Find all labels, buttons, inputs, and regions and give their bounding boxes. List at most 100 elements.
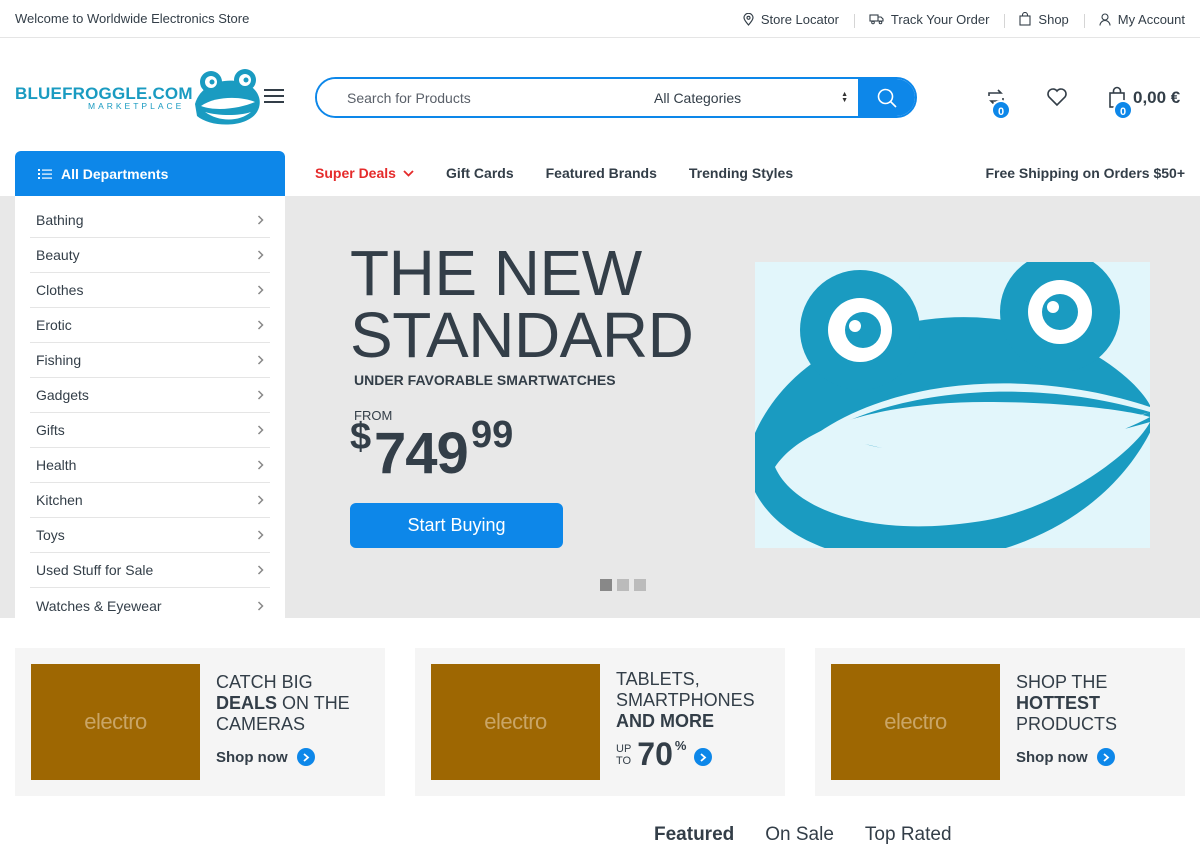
- shop-now-link[interactable]: Shop now: [216, 748, 315, 766]
- chevron-down-icon: [403, 169, 414, 177]
- promo-line: AND MORE: [616, 711, 755, 732]
- sidebar-item-category[interactable]: Gadgets: [30, 378, 270, 413]
- discount-upto: UP TO 70 %: [616, 736, 713, 772]
- sidebar-item-label: Health: [36, 457, 77, 473]
- shop-label: Shop: [1038, 11, 1069, 27]
- shop-now-link[interactable]: Shop now: [1016, 748, 1115, 766]
- sidebar-item-label: Toys: [36, 527, 65, 543]
- site-logo[interactable]: BLUEFROGGLE.COM MARKETPLACE: [15, 68, 265, 128]
- heart-icon: [1047, 88, 1067, 107]
- main-nav: Super Deals Gift Cards Featured Brands T…: [315, 165, 825, 181]
- sidebar-item-category[interactable]: Erotic: [30, 308, 270, 343]
- sidebar-item-category[interactable]: Used Stuff for Sale: [30, 553, 270, 588]
- promo-line-rest: ON THE: [277, 693, 350, 713]
- sidebar-item-label: Bathing: [36, 212, 84, 228]
- list-icon: [38, 168, 52, 179]
- product-tabs: Featured On Sale Top Rated: [654, 824, 983, 846]
- sidebar-item-category[interactable]: Health: [30, 448, 270, 483]
- tab-featured[interactable]: Featured: [654, 824, 734, 846]
- map-pin-icon: [743, 12, 754, 26]
- chevron-right-icon: [257, 320, 264, 330]
- my-account-link[interactable]: My Account: [1083, 11, 1185, 28]
- chevron-right-icon: [1096, 748, 1115, 766]
- chevron-right-icon[interactable]: [694, 748, 713, 766]
- nav-trending-styles[interactable]: Trending Styles: [689, 165, 793, 181]
- hamburger-line: [264, 95, 284, 97]
- nav-super-deals-label: Super Deals: [315, 165, 396, 181]
- user-icon: [1099, 12, 1111, 26]
- tab-top-rated[interactable]: Top Rated: [865, 824, 952, 846]
- chevron-right-icon: [257, 390, 264, 400]
- truck-icon: [869, 14, 884, 25]
- category-select-value: All Categories: [654, 89, 742, 106]
- upto-label: UP TO: [616, 743, 631, 767]
- sidebar-item-category[interactable]: Fishing: [30, 343, 270, 378]
- sidebar-item-category[interactable]: Kitchen: [30, 483, 270, 518]
- promo-image: electro: [831, 664, 1000, 780]
- chevron-right-icon: [257, 495, 264, 505]
- search-input[interactable]: [317, 79, 640, 116]
- shop-link[interactable]: Shop: [1004, 11, 1083, 28]
- nav-featured-brands-label: Featured Brands: [545, 165, 657, 181]
- cart-count-badge: 0: [1113, 100, 1133, 120]
- sidebar-item-category[interactable]: Watches & Eyewear: [30, 588, 270, 623]
- chevron-right-icon: [257, 530, 264, 540]
- percent-sign: %: [674, 738, 687, 753]
- promo-card-hottest[interactable]: electro SHOP THE HOTTEST PRODUCTS Shop n…: [815, 648, 1185, 796]
- hero-price-decimal: 99: [471, 414, 514, 456]
- wishlist-button[interactable]: [1046, 87, 1068, 107]
- slider-dot[interactable]: [617, 579, 629, 591]
- store-locator-label: Store Locator: [760, 11, 839, 27]
- menu-toggle-button[interactable]: [264, 89, 284, 107]
- chevron-right-icon: [257, 460, 264, 470]
- all-departments-label: All Departments: [61, 165, 169, 182]
- category-select[interactable]: All Categories ▲ ▼: [640, 79, 858, 116]
- slider-dot[interactable]: [600, 579, 612, 591]
- promo-line: DEALS ON THE: [216, 693, 350, 714]
- search-button[interactable]: [858, 79, 915, 116]
- promo-card-tablets[interactable]: electro TABLETS, SMARTPHONES AND MORE UP…: [415, 648, 785, 796]
- promo-image: electro: [31, 664, 200, 780]
- hero-title-line2: STANDARD: [350, 299, 694, 371]
- compare-count-badge: 0: [991, 100, 1011, 120]
- sidebar-item-label: Beauty: [36, 247, 80, 263]
- promo-card-cameras[interactable]: electro CATCH BIG DEALS ON THE CAMERAS S…: [15, 648, 385, 796]
- tab-on-sale[interactable]: On Sale: [765, 824, 834, 846]
- shopping-bag-icon: [1019, 12, 1031, 26]
- slider-dot[interactable]: [634, 579, 646, 591]
- nav-gift-cards[interactable]: Gift Cards: [446, 165, 514, 181]
- frog-logo-icon: [195, 69, 260, 125]
- promo-bold-text: HOTTEST: [1016, 693, 1100, 713]
- promo-bold-text: DEALS: [216, 693, 278, 713]
- sidebar-item-category[interactable]: Clothes: [30, 273, 270, 308]
- hero-title-line1: THE NEW: [350, 237, 642, 309]
- shop-now-label: Shop now: [1016, 748, 1088, 766]
- nav-super-deals[interactable]: Super Deals: [315, 165, 414, 181]
- chevron-right-icon: [257, 600, 264, 611]
- sidebar-item-label: Gifts: [36, 422, 65, 438]
- sidebar-item-label: Watches & Eyewear: [36, 597, 162, 614]
- hero-price-currency: $: [350, 416, 372, 458]
- track-order-link[interactable]: Track Your Order: [853, 12, 1005, 28]
- sidebar-item-category[interactable]: Toys: [30, 518, 270, 553]
- chevron-right-icon: [257, 355, 264, 365]
- nav-trending-styles-label: Trending Styles: [688, 165, 794, 181]
- welcome-message: Welcome to Worldwide Electronics Store: [15, 11, 250, 26]
- hamburger-line: [264, 101, 284, 103]
- sidebar-item-label: Used Stuff for Sale: [36, 562, 154, 578]
- promo-line: CATCH BIG: [216, 672, 313, 692]
- all-departments-button[interactable]: All Departments: [15, 151, 285, 196]
- cart-total[interactable]: 0,00 €: [1133, 88, 1180, 108]
- my-account-label: My Account: [1117, 11, 1185, 27]
- top-links: Store Locator Track Your Order Shop My A…: [728, 0, 1185, 38]
- start-buying-button[interactable]: Start Buying: [350, 503, 563, 548]
- discount-percent: 70: [637, 736, 673, 772]
- chevron-right-icon: [257, 215, 264, 225]
- sidebar-item-category[interactable]: Gifts: [30, 413, 270, 448]
- nav-featured-brands[interactable]: Featured Brands: [546, 165, 657, 181]
- sidebar-item-category[interactable]: Beauty: [30, 238, 270, 273]
- sidebar-item-label: Clothes: [36, 282, 84, 298]
- sidebar-item-category[interactable]: Bathing: [30, 203, 270, 238]
- frog-illustration-icon: [755, 262, 1150, 548]
- store-locator-link[interactable]: Store Locator: [728, 12, 854, 27]
